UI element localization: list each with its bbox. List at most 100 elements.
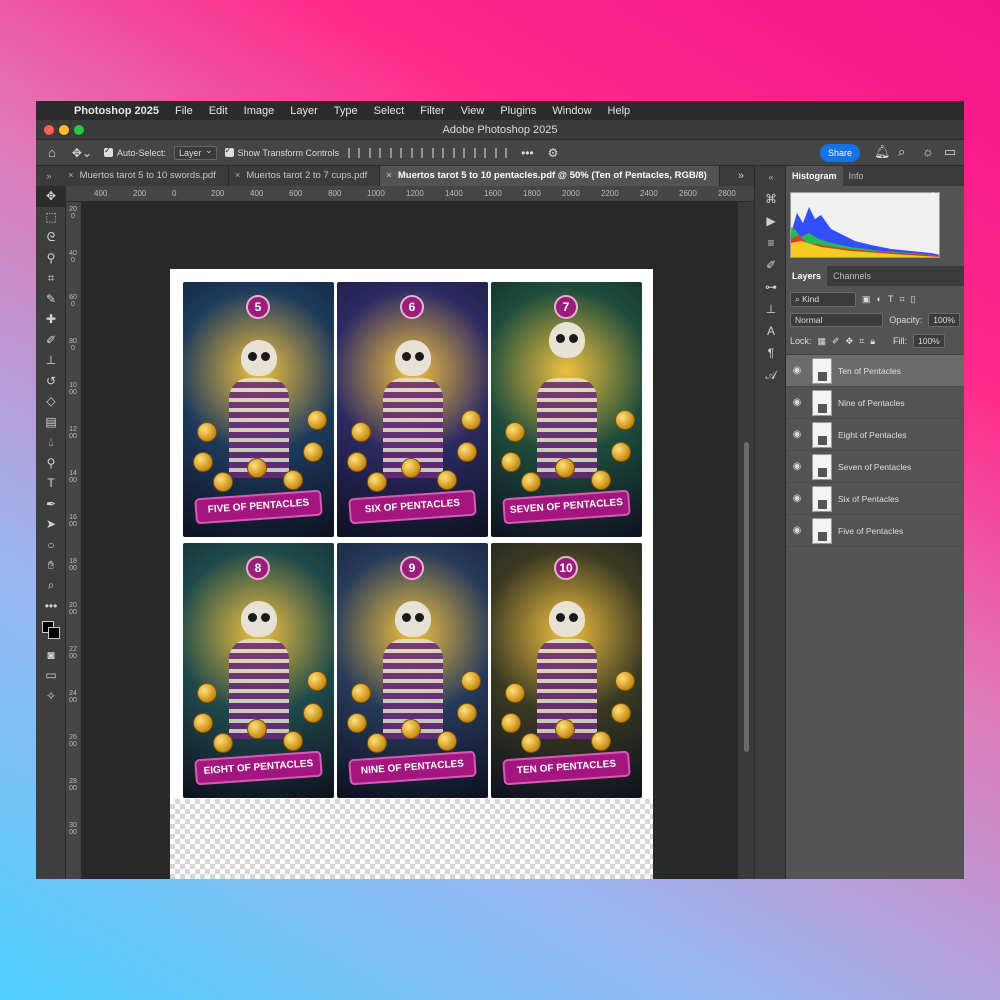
move-tool-icon[interactable]: ✥ — [36, 186, 66, 207]
close-tab-icon[interactable]: × — [68, 170, 74, 181]
actions-panel-icon[interactable]: ▶ — [755, 210, 787, 232]
scrollbar-thumb[interactable] — [744, 442, 749, 752]
more-options-icon[interactable]: ••• — [521, 146, 534, 160]
menu-window[interactable]: Window — [544, 105, 599, 117]
glyphs-panel-icon[interactable]: 𝒜 — [755, 364, 787, 386]
tab-histogram[interactable]: Histogram — [786, 166, 843, 186]
visibility-eye-icon[interactable]: ◉ — [786, 365, 808, 376]
menu-plugins[interactable]: Plugins — [492, 105, 544, 117]
marquee-tool-icon[interactable]: ⬚ — [36, 207, 66, 228]
visibility-eye-icon[interactable]: ◉ — [786, 493, 808, 504]
brush-tool-icon[interactable]: ✐ — [36, 330, 66, 351]
type-filter-icon[interactable]: T — [888, 294, 894, 304]
settings-gear-icon[interactable]: ⚙ — [548, 146, 559, 160]
tarot-card[interactable]: 8 EIGHT OF PENTACLES — [183, 543, 334, 798]
shape-tool-icon[interactable]: ○ — [36, 535, 66, 556]
canvas-area[interactable]: 5 FIVE OF PENTACLES 6 SIX OF PENTACLES 7 SEVE… — [82, 202, 738, 879]
healing-brush-tool-icon[interactable]: ✚ — [36, 309, 66, 330]
notification-bell-icon[interactable]: 🔔︎ — [874, 144, 891, 160]
tarot-card[interactable]: 7 SEVEN OF PENTACLES — [491, 282, 642, 537]
tarot-card[interactable]: 10 TEN OF PENTACLES — [491, 543, 642, 798]
menu-app[interactable]: Photoshop 2025 — [66, 105, 167, 117]
visibility-eye-icon[interactable]: ◉ — [786, 397, 808, 408]
home-icon[interactable]: ⌂ — [48, 145, 56, 160]
menu-type[interactable]: Type — [326, 105, 366, 117]
layer-row-nine[interactable]: ◉ Nine of Pentacles — [786, 387, 964, 419]
history-brush-tool-icon[interactable]: ↺ — [36, 371, 66, 392]
warning-icon[interactable]: ⚠ — [928, 190, 938, 203]
tab-info[interactable]: Info — [843, 166, 870, 186]
menu-help[interactable]: Help — [600, 105, 639, 117]
libraries-panel-icon[interactable]: ⊥ — [755, 298, 787, 320]
type-tool-icon[interactable]: T — [36, 473, 66, 494]
edit-toolbar-icon[interactable]: ••• — [36, 596, 66, 617]
tab-swords[interactable]: × Muertos tarot 5 to 10 swords.pdf — [62, 166, 229, 186]
adjustments-panel-icon[interactable]: ≡ — [755, 232, 787, 254]
tab-channels[interactable]: Channels — [827, 266, 877, 286]
pixel-filter-icon[interactable]: ▣ — [862, 294, 871, 305]
align-center-icon[interactable] — [369, 147, 382, 158]
align-bottom-icon[interactable] — [474, 147, 487, 158]
auto-select-checkbox[interactable] — [103, 145, 113, 157]
tarot-card[interactable]: 6 SIX OF PENTACLES — [337, 282, 488, 537]
share-button[interactable]: Share — [820, 144, 860, 162]
zoom-tool-icon[interactable]: ⌕ — [36, 576, 66, 597]
tab-layers[interactable]: Layers — [786, 266, 828, 286]
menu-layer[interactable]: Layer — [282, 105, 326, 117]
zoom-window-button[interactable] — [74, 125, 84, 135]
opacity-field[interactable]: 100% — [928, 313, 960, 327]
lock-position-icon[interactable]: ✥ — [846, 336, 854, 347]
lock-transparency-icon[interactable]: ▦ — [818, 336, 827, 347]
more-tabs-icon[interactable]: » — [738, 166, 744, 186]
background-color-swatch[interactable] — [48, 626, 60, 639]
menu-image[interactable]: Image — [236, 105, 283, 117]
collapse-toolbar-icon[interactable]: » — [36, 171, 62, 181]
search-icon[interactable]: ⌕ — [898, 144, 905, 160]
layer-kind-filter[interactable]: ⌕ Kind — [790, 291, 856, 307]
object-selection-tool-icon[interactable]: ⚲ — [36, 248, 66, 269]
close-tab-icon[interactable]: × — [386, 170, 392, 181]
paragraph-panel-icon[interactable]: ¶ — [755, 342, 787, 364]
discover-bulb-icon[interactable]: ☼ — [922, 144, 934, 159]
close-tab-icon[interactable]: × — [235, 170, 241, 181]
layer-row-five[interactable]: ◉ Five of Pentacles — [786, 515, 964, 547]
transform-controls-checkbox[interactable] — [224, 145, 234, 157]
lasso-tool-icon[interactable]: ᘓ — [36, 227, 66, 248]
quick-mask-icon[interactable]: ◙ — [36, 645, 66, 666]
history-panel-icon[interactable]: ⌘ — [755, 188, 787, 210]
workspace-icon[interactable]: ▭ — [944, 144, 956, 160]
menu-file[interactable]: File — [167, 105, 201, 117]
fill-field[interactable]: 100% — [913, 334, 945, 348]
character-panel-icon[interactable]: A — [755, 320, 787, 342]
tarot-card[interactable]: 9 NINE OF PENTACLES — [337, 543, 488, 798]
visibility-eye-icon[interactable]: ◉ — [786, 525, 808, 536]
tab-cups[interactable]: × Muertos tarot 2 to 7 cups.pdf — [229, 166, 381, 186]
color-swatches[interactable] — [36, 617, 65, 645]
visibility-eye-icon[interactable]: ◉ — [786, 429, 808, 440]
menu-edit[interactable]: Edit — [201, 105, 236, 117]
layer-row-ten[interactable]: ◉ Ten of Pentacles — [786, 355, 964, 387]
path-selection-tool-icon[interactable]: ➤ — [36, 514, 66, 535]
close-window-button[interactable] — [44, 125, 54, 135]
blend-mode-dropdown[interactable]: Normal — [790, 313, 884, 327]
lock-all-icon[interactable]: 🔒︎ — [870, 336, 875, 347]
clone-stamp-tool-icon[interactable]: ⊥ — [36, 350, 66, 371]
smart-object-filter-icon[interactable]: ▯ — [911, 294, 916, 305]
align-middle-icon[interactable] — [453, 147, 466, 158]
hand-tool-icon[interactable]: ✋︎ — [36, 555, 66, 576]
menu-view[interactable]: View — [453, 105, 493, 117]
align-top-icon[interactable] — [432, 147, 445, 158]
move-tool-options-icon[interactable]: ✥⌄ — [72, 146, 92, 160]
visibility-eye-icon[interactable]: ◉ — [786, 461, 808, 472]
gradient-tool-icon[interactable]: ▤ — [36, 412, 66, 433]
shape-filter-icon[interactable]: ⌗ — [899, 294, 904, 305]
collapse-panels-icon[interactable]: « — [755, 166, 787, 188]
align-right-icon[interactable] — [390, 147, 403, 158]
brushes-panel-icon[interactable]: ✐ — [755, 254, 787, 276]
layer-row-seven[interactable]: ◉ Seven of Pentacles — [786, 451, 964, 483]
distribute-icon[interactable] — [411, 147, 424, 158]
vertical-scrollbar[interactable] — [738, 202, 754, 879]
eraser-tool-icon[interactable]: ◇ — [36, 391, 66, 412]
auto-select-dropdown[interactable]: Layer — [174, 145, 217, 160]
lock-pixels-icon[interactable]: ✐ — [832, 336, 840, 347]
